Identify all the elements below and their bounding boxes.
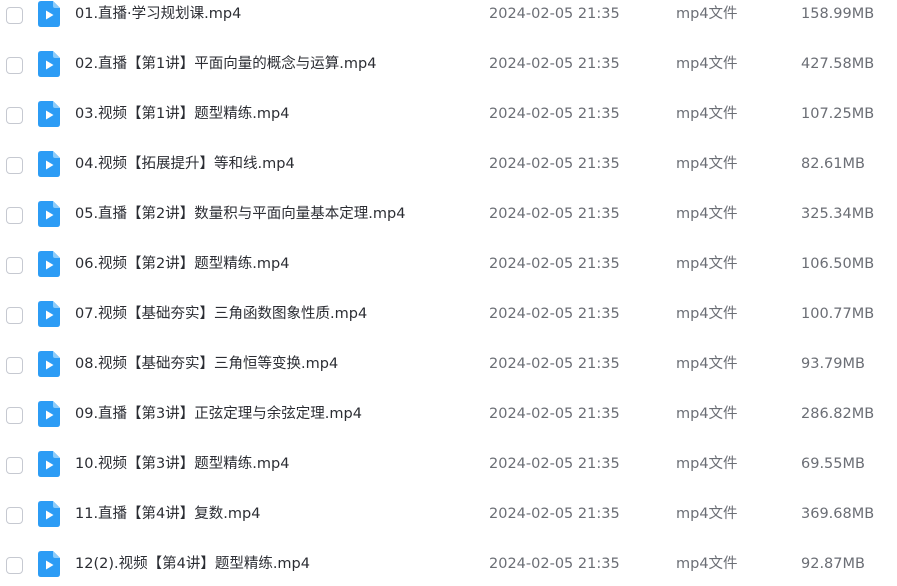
- file-size: 427.58MB: [801, 56, 875, 72]
- video-file-icon: [38, 451, 60, 477]
- file-list: 01.直播·学习规划课.mp4 2024-02-05 21:35 mp4文件 1…: [0, 0, 897, 586]
- file-row[interactable]: 06.视频【第2讲】题型精练.mp4 2024-02-05 21:35 mp4文…: [0, 239, 897, 289]
- file-row[interactable]: 03.视频【第1讲】题型精练.mp4 2024-02-05 21:35 mp4文…: [0, 89, 897, 139]
- file-date: 2024-02-05 21:35: [489, 56, 620, 72]
- file-date: 2024-02-05 21:35: [489, 6, 620, 22]
- file-date: 2024-02-05 21:35: [489, 556, 620, 572]
- file-date: 2024-02-05 21:35: [489, 406, 620, 422]
- video-file-icon: [38, 351, 60, 377]
- select-checkbox[interactable]: [6, 207, 23, 224]
- file-size: 69.55MB: [801, 456, 865, 472]
- file-name[interactable]: 06.视频【第2讲】题型精练.mp4: [75, 254, 289, 274]
- file-name[interactable]: 01.直播·学习规划课.mp4: [75, 4, 241, 24]
- video-file-icon: [38, 101, 60, 127]
- file-size: 93.79MB: [801, 356, 865, 372]
- file-name[interactable]: 04.视频【拓展提升】等和线.mp4: [75, 154, 295, 174]
- select-checkbox[interactable]: [6, 57, 23, 74]
- file-name[interactable]: 12(2).视频【第4讲】题型精练.mp4: [75, 554, 310, 574]
- file-date: 2024-02-05 21:35: [489, 306, 620, 322]
- file-name[interactable]: 07.视频【基础夯实】三角函数图象性质.mp4: [75, 304, 367, 324]
- file-type: mp4文件: [676, 556, 738, 572]
- file-row[interactable]: 11.直播【第4讲】复数.mp4 2024-02-05 21:35 mp4文件 …: [0, 489, 897, 539]
- video-file-icon: [38, 551, 60, 577]
- select-checkbox[interactable]: [6, 307, 23, 324]
- file-row[interactable]: 07.视频【基础夯实】三角函数图象性质.mp4 2024-02-05 21:35…: [0, 289, 897, 339]
- file-size: 369.68MB: [801, 506, 875, 522]
- file-type: mp4文件: [676, 406, 738, 422]
- file-type: mp4文件: [676, 156, 738, 172]
- select-checkbox[interactable]: [6, 457, 23, 474]
- file-row[interactable]: 10.视频【第3讲】题型精练.mp4 2024-02-05 21:35 mp4文…: [0, 439, 897, 489]
- file-type: mp4文件: [676, 456, 738, 472]
- file-row[interactable]: 05.直播【第2讲】数量积与平面向量基本定理.mp4 2024-02-05 21…: [0, 189, 897, 239]
- file-row[interactable]: 02.直播【第1讲】平面向量的概念与运算.mp4 2024-02-05 21:3…: [0, 39, 897, 89]
- file-date: 2024-02-05 21:35: [489, 506, 620, 522]
- video-file-icon: [38, 301, 60, 327]
- file-name[interactable]: 02.直播【第1讲】平面向量的概念与运算.mp4: [75, 54, 376, 74]
- file-type: mp4文件: [676, 206, 738, 222]
- file-type: mp4文件: [676, 6, 738, 22]
- select-checkbox[interactable]: [6, 107, 23, 124]
- file-name[interactable]: 08.视频【基础夯实】三角恒等变换.mp4: [75, 354, 338, 374]
- select-checkbox[interactable]: [6, 507, 23, 524]
- select-checkbox[interactable]: [6, 257, 23, 274]
- video-file-icon: [38, 1, 60, 27]
- file-size: 100.77MB: [801, 306, 875, 322]
- file-type: mp4文件: [676, 356, 738, 372]
- file-name[interactable]: 09.直播【第3讲】正弦定理与余弦定理.mp4: [75, 404, 362, 424]
- file-size: 158.99MB: [801, 6, 875, 22]
- video-file-icon: [38, 51, 60, 77]
- file-type: mp4文件: [676, 506, 738, 522]
- file-date: 2024-02-05 21:35: [489, 256, 620, 272]
- select-checkbox[interactable]: [6, 357, 23, 374]
- file-date: 2024-02-05 21:35: [489, 156, 620, 172]
- file-date: 2024-02-05 21:35: [489, 206, 620, 222]
- file-size: 325.34MB: [801, 206, 875, 222]
- file-name[interactable]: 05.直播【第2讲】数量积与平面向量基本定理.mp4: [75, 204, 405, 224]
- video-file-icon: [38, 501, 60, 527]
- select-checkbox[interactable]: [6, 407, 23, 424]
- file-row[interactable]: 09.直播【第3讲】正弦定理与余弦定理.mp4 2024-02-05 21:35…: [0, 389, 897, 439]
- select-checkbox[interactable]: [6, 157, 23, 174]
- file-name[interactable]: 03.视频【第1讲】题型精练.mp4: [75, 104, 289, 124]
- file-type: mp4文件: [676, 306, 738, 322]
- video-file-icon: [38, 151, 60, 177]
- video-file-icon: [38, 401, 60, 427]
- select-checkbox[interactable]: [6, 557, 23, 574]
- video-file-icon: [38, 251, 60, 277]
- file-row[interactable]: 01.直播·学习规划课.mp4 2024-02-05 21:35 mp4文件 1…: [0, 0, 897, 39]
- file-type: mp4文件: [676, 56, 738, 72]
- file-size: 107.25MB: [801, 106, 875, 122]
- file-size: 286.82MB: [801, 406, 875, 422]
- select-checkbox[interactable]: [6, 7, 23, 24]
- file-name[interactable]: 10.视频【第3讲】题型精练.mp4: [75, 454, 289, 474]
- video-file-icon: [38, 201, 60, 227]
- file-name[interactable]: 11.直播【第4讲】复数.mp4: [75, 504, 260, 524]
- file-date: 2024-02-05 21:35: [489, 356, 620, 372]
- file-date: 2024-02-05 21:35: [489, 106, 620, 122]
- file-size: 92.87MB: [801, 556, 865, 572]
- file-size: 106.50MB: [801, 256, 875, 272]
- file-row[interactable]: 08.视频【基础夯实】三角恒等变换.mp4 2024-02-05 21:35 m…: [0, 339, 897, 389]
- file-type: mp4文件: [676, 256, 738, 272]
- file-size: 82.61MB: [801, 156, 865, 172]
- file-date: 2024-02-05 21:35: [489, 456, 620, 472]
- file-row[interactable]: 12(2).视频【第4讲】题型精练.mp4 2024-02-05 21:35 m…: [0, 539, 897, 586]
- file-type: mp4文件: [676, 106, 738, 122]
- file-row[interactable]: 04.视频【拓展提升】等和线.mp4 2024-02-05 21:35 mp4文…: [0, 139, 897, 189]
